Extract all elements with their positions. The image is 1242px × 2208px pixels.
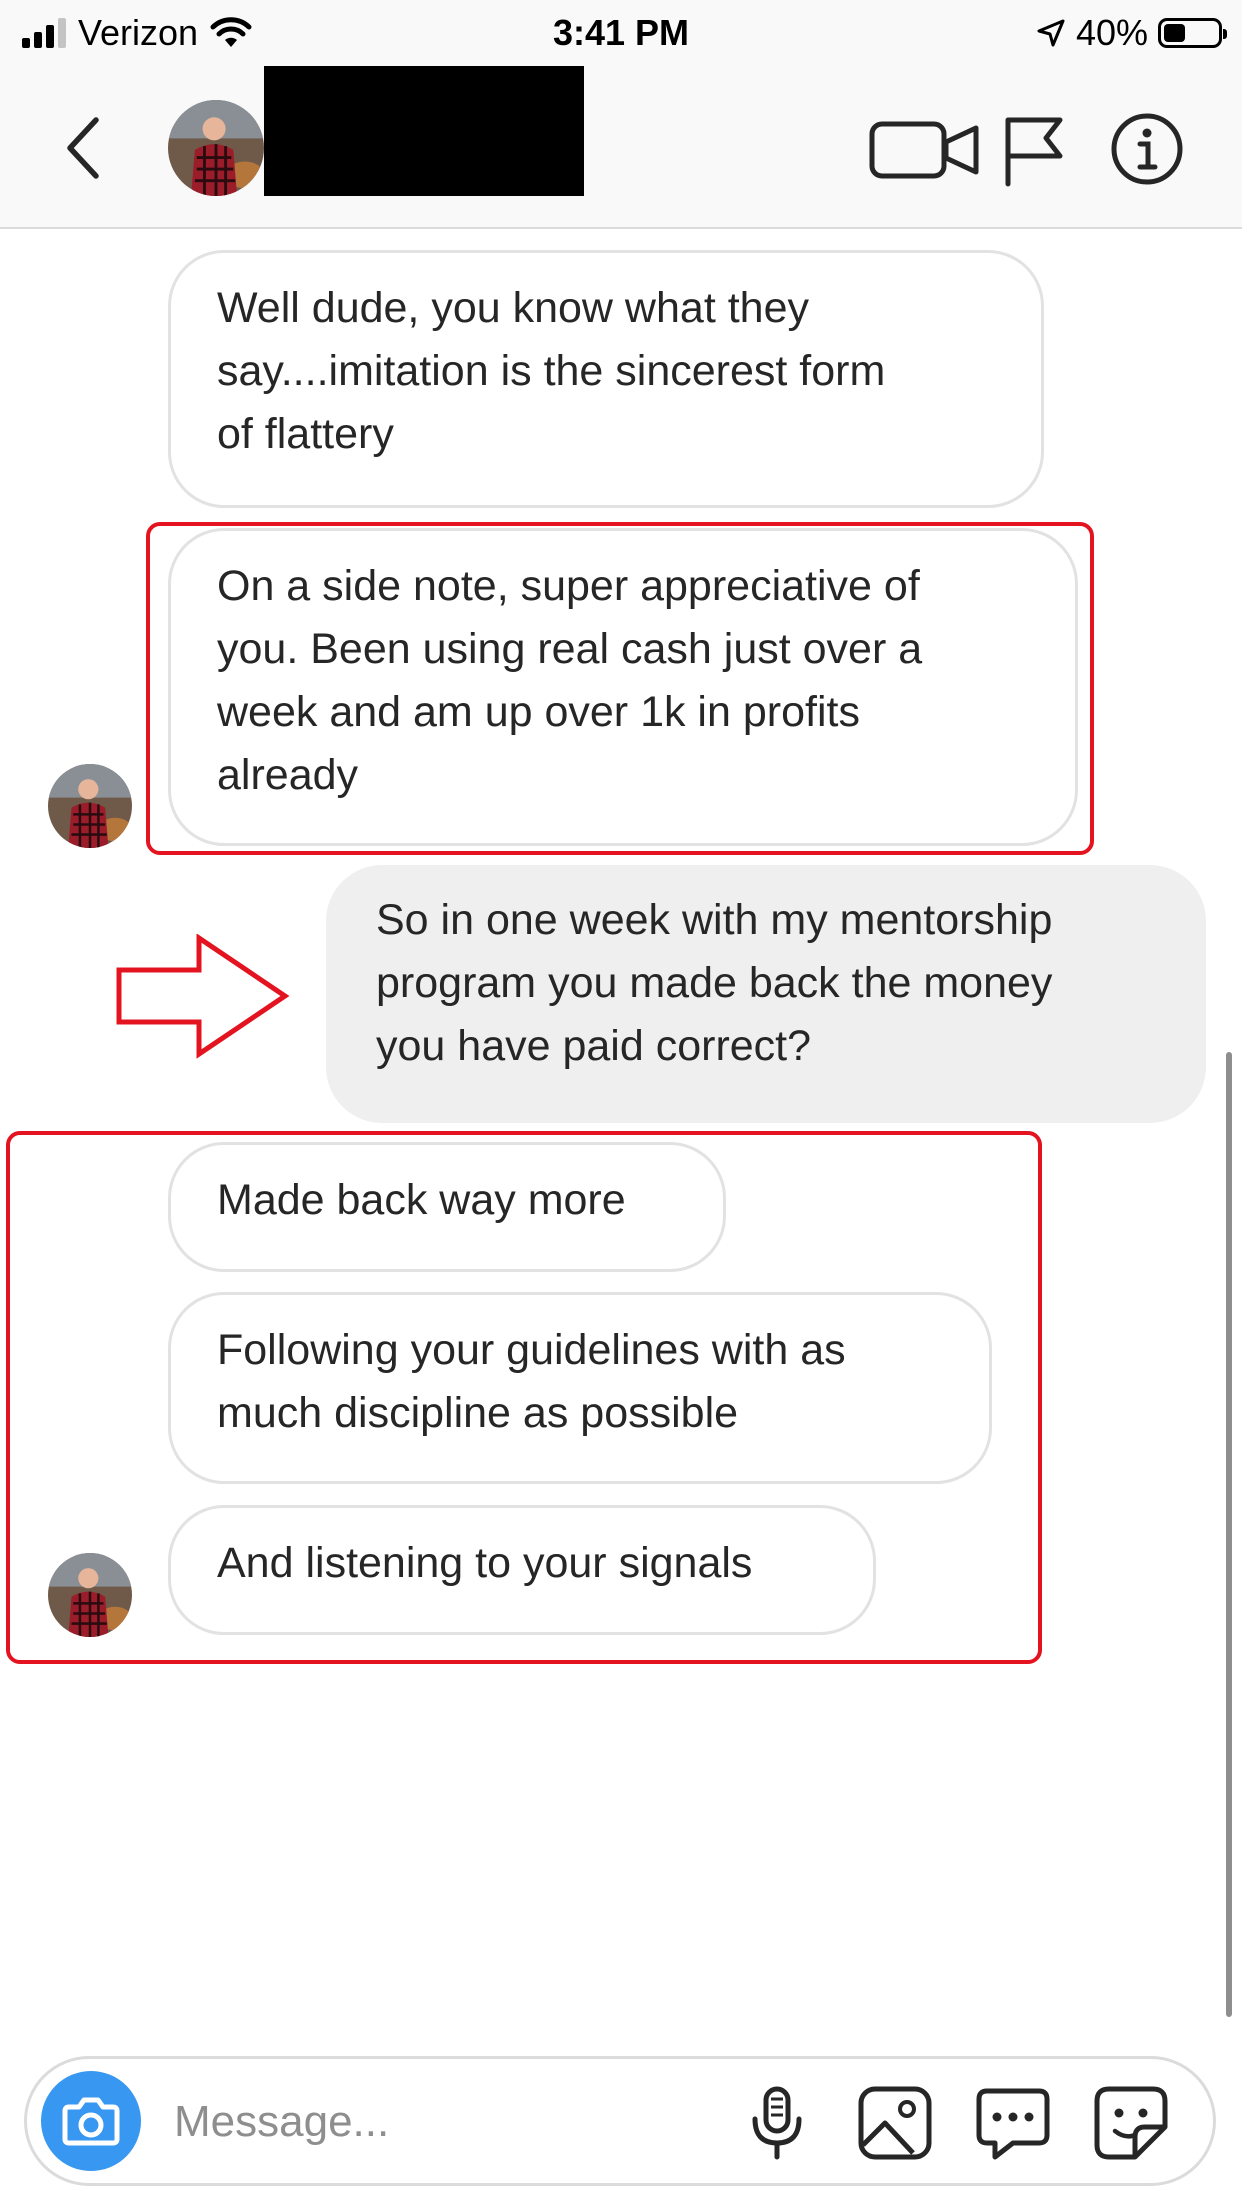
message-bubble-incoming[interactable]: Following your guidelines with as much d…: [168, 1292, 992, 1484]
battery-icon: [1158, 18, 1227, 48]
battery-level: [1164, 24, 1185, 42]
microphone-icon[interactable]: [737, 2083, 817, 2163]
sticker-icon[interactable]: [1091, 2083, 1171, 2163]
message-bubble-outgoing[interactable]: So in one week with my mentorship progra…: [326, 865, 1206, 1123]
camera-icon: [62, 2097, 120, 2146]
redacted-contact-name: [264, 66, 584, 196]
message-bubble-incoming[interactable]: And listening to your signals: [168, 1505, 876, 1635]
status-bar: Verizon 3:41 PM 40%: [0, 0, 1242, 66]
video-camera-icon[interactable]: [868, 112, 984, 188]
avatar[interactable]: [48, 764, 132, 848]
message-bubble-incoming[interactable]: Well dude, you know what they say....imi…: [168, 250, 1044, 508]
status-right: 40%: [1036, 8, 1227, 58]
message-input[interactable]: [172, 2081, 736, 2163]
avatar[interactable]: [48, 1553, 132, 1637]
avatar[interactable]: [168, 100, 264, 196]
gallery-icon[interactable]: [855, 2083, 935, 2163]
chat-header: [0, 66, 1242, 229]
message-bubble-incoming[interactable]: On a side note, super appreciative of yo…: [168, 528, 1078, 846]
message-composer: [24, 2056, 1216, 2186]
camera-button[interactable]: [41, 2071, 141, 2171]
message-bubble-incoming[interactable]: Made back way more: [168, 1142, 726, 1272]
quick-reply-icon[interactable]: [973, 2083, 1053, 2163]
info-icon[interactable]: [1110, 112, 1184, 186]
battery-percent: 40%: [1075, 12, 1148, 53]
flag-icon[interactable]: [1000, 112, 1076, 188]
red-arrow-annotation: [116, 934, 290, 1059]
location-arrow-icon: [1037, 19, 1065, 47]
scrollbar[interactable]: [1226, 1052, 1232, 2017]
chevron-left-icon[interactable]: [56, 108, 116, 188]
